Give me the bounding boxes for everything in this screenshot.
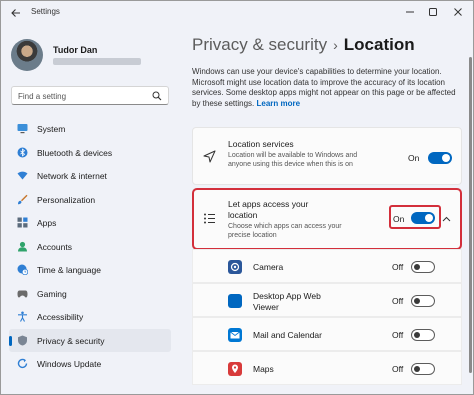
profile-name: Tudor Dan: [53, 45, 98, 55]
sidebar-item-accessibility[interactable]: Accessibility: [9, 305, 171, 329]
web-viewer-location-toggle[interactable]: [411, 295, 435, 307]
globe-clock-icon: [17, 264, 28, 275]
location-services-state: On: [408, 153, 420, 163]
wifi-icon: [17, 171, 28, 180]
update-icon: [17, 358, 28, 369]
breadcrumb-parent[interactable]: Privacy & security: [192, 35, 327, 54]
location-services-toggle[interactable]: [428, 152, 452, 164]
let-apps-access-title: Let apps access your location: [228, 199, 309, 220]
app-state: Off: [392, 364, 404, 374]
close-button[interactable]: [447, 3, 469, 21]
back-button[interactable]: [9, 6, 23, 20]
camera-icon: [228, 260, 242, 274]
settings-window: Settings Tudor Dan System Bluetooth & de…: [0, 0, 474, 395]
sidebar-item-label: Accessibility: [37, 312, 84, 322]
sidebar-item-bluetooth[interactable]: Bluetooth & devices: [9, 141, 171, 165]
app-row-desktop-web-viewer: Desktop App Web Viewer Off: [192, 283, 462, 317]
search-icon[interactable]: [152, 91, 162, 101]
sidebar-item-label: Bluetooth & devices: [37, 147, 113, 158]
maps-location-toggle[interactable]: [411, 363, 435, 375]
web-viewer-icon: [228, 294, 242, 308]
app-name: Desktop App Web Viewer: [253, 291, 321, 312]
profile-email-redacted: [53, 58, 141, 65]
app-state: Off: [392, 330, 404, 340]
description-text: Windows can use your device's capabiliti…: [192, 67, 456, 108]
sidebar-item-personalization[interactable]: Personalization: [9, 188, 171, 212]
sidebar-item-apps[interactable]: Apps: [9, 211, 171, 235]
sidebar-item-label: System: [37, 124, 66, 134]
page-title: Location: [343, 35, 415, 54]
app-name: Maps: [253, 364, 274, 374]
sidebar-nav: System Bluetooth & devices Network & int…: [9, 117, 171, 376]
page-description: Windows can use your device's capabiliti…: [192, 67, 460, 109]
app-state: Off: [392, 296, 404, 306]
sidebar-item-label: Personalization: [37, 194, 96, 205]
gamepad-icon: [17, 290, 28, 297]
search-input[interactable]: [18, 90, 146, 102]
mail-location-toggle[interactable]: [411, 329, 435, 341]
accessibility-icon: [18, 311, 27, 322]
scrollbar[interactable]: [469, 57, 472, 373]
let-apps-access-toggle[interactable]: [411, 212, 435, 224]
minimize-button[interactable]: [399, 3, 421, 21]
maximize-button[interactable]: [422, 3, 444, 21]
app-row-camera: Camera Off: [192, 249, 462, 283]
sidebar-item-accounts[interactable]: Accounts: [9, 235, 171, 259]
chevron-up-icon[interactable]: [442, 216, 451, 222]
app-row-mail-calendar: Mail and Calendar Off: [192, 317, 462, 351]
location-services-subtitle: Location will be available to Windows an…: [228, 152, 358, 168]
shield-icon: [18, 335, 27, 345]
maximize-icon: [429, 8, 437, 16]
sidebar-item-label: Windows Update: [37, 359, 102, 369]
search-box[interactable]: [11, 86, 169, 105]
brush-icon: [18, 194, 28, 204]
mail-icon: [228, 328, 242, 342]
app-row-maps: Maps Off: [192, 351, 462, 385]
breadcrumb: Privacy & security › Location: [192, 35, 415, 55]
close-icon: [454, 8, 462, 16]
camera-location-toggle[interactable]: [411, 261, 435, 273]
let-apps-access-state: On: [393, 214, 405, 224]
arrow-left-icon: [11, 9, 20, 17]
learn-more-link[interactable]: Learn more: [257, 99, 301, 108]
sidebar-item-label: Privacy & security: [37, 335, 105, 346]
location-arrow-icon: [203, 150, 216, 163]
app-state: Off: [392, 262, 404, 272]
sidebar-item-label: Gaming: [37, 288, 67, 299]
window-title: Settings: [31, 7, 60, 16]
sidebar-item-label: Time & language: [37, 265, 101, 275]
apps-icon: [17, 217, 28, 228]
let-apps-access-subtitle: Choose which apps can access your precis…: [228, 223, 342, 239]
location-services-card: Location services Location will be avail…: [192, 127, 462, 185]
let-apps-access-card[interactable]: Let apps access your location Choose whi…: [192, 188, 462, 250]
location-services-title: Location services: [228, 139, 294, 149]
sidebar-item-privacy-security[interactable]: Privacy & security: [9, 328, 171, 352]
sidebar-item-label: Accounts: [37, 241, 72, 252]
breadcrumb-separator: ›: [333, 37, 338, 53]
sidebar-item-windows-update[interactable]: Windows Update: [9, 352, 171, 376]
sidebar-item-gaming[interactable]: Gaming: [9, 282, 171, 306]
person-icon: [18, 241, 27, 251]
avatar[interactable]: [11, 39, 43, 71]
maps-icon: [228, 362, 242, 376]
title-bar: Settings: [1, 1, 473, 25]
sidebar-item-network[interactable]: Network & internet: [9, 164, 171, 188]
sidebar-item-label: Apps: [37, 218, 57, 228]
app-name: Mail and Calendar: [253, 330, 322, 340]
sidebar-item-system[interactable]: System: [9, 117, 171, 141]
minimize-icon: [406, 11, 414, 13]
app-name: Camera: [253, 262, 284, 272]
sidebar-item-label: Network & internet: [37, 171, 107, 181]
bluetooth-icon: [17, 147, 28, 157]
sidebar-item-time-language[interactable]: Time & language: [9, 258, 171, 282]
monitor-icon: [17, 124, 28, 134]
app-list-icon: [204, 213, 215, 224]
